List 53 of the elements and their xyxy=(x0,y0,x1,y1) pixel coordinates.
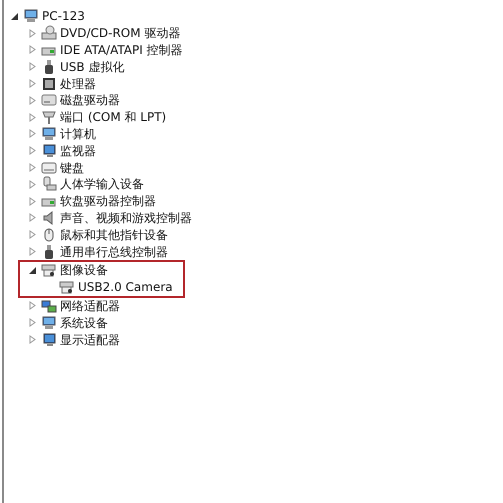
expand-arrow-icon[interactable] xyxy=(28,79,37,88)
camera-icon xyxy=(41,262,57,278)
collapse-arrow-icon[interactable] xyxy=(28,266,37,275)
computer-icon xyxy=(41,314,57,331)
expand-arrow-icon[interactable] xyxy=(28,163,37,172)
chip-icon xyxy=(41,76,57,92)
keyboard-icon xyxy=(41,160,57,176)
expand-arrow-icon[interactable] xyxy=(28,112,37,122)
tree-item[interactable]: 人体学输入设备 xyxy=(60,176,144,192)
expand-arrow-icon[interactable] xyxy=(28,180,37,189)
tree-item[interactable]: USB 虚拟化 xyxy=(60,58,124,75)
tree-item[interactable]: 端口 (COM 和 LPT) xyxy=(60,109,166,126)
expand-arrow-icon[interactable] xyxy=(28,230,37,240)
tree-item[interactable]: 网络适配器 xyxy=(60,298,120,314)
tree-item[interactable]: PC-123 xyxy=(42,8,85,24)
tree-item[interactable]: 键盘 xyxy=(60,160,84,176)
tree-item[interactable]: 系统设备 xyxy=(60,314,108,331)
network-icon xyxy=(41,298,57,314)
expand-arrow-icon[interactable] xyxy=(28,247,37,256)
expand-arrow-icon[interactable] xyxy=(28,146,37,156)
dvd-drive-icon xyxy=(41,25,57,42)
tree-item[interactable]: 监视器 xyxy=(60,142,96,159)
computer-icon xyxy=(23,8,39,24)
tree-item[interactable]: DVD/CD-ROM 驱动器 xyxy=(60,25,180,42)
expand-arrow-icon[interactable] xyxy=(28,301,37,310)
tree-item[interactable]: 通用串行总线控制器 xyxy=(60,244,168,260)
expand-arrow-icon[interactable] xyxy=(28,45,37,54)
disk-drive-icon xyxy=(41,92,57,108)
expand-arrow-icon[interactable] xyxy=(28,213,37,222)
expand-arrow-icon[interactable] xyxy=(28,335,37,344)
tree-item[interactable]: 计算机 xyxy=(60,126,96,142)
tree-item[interactable]: 磁盘驱动器 xyxy=(60,92,120,108)
tree-item[interactable]: IDE ATA/ATAPI 控制器 xyxy=(60,42,183,58)
monitor-icon xyxy=(41,332,57,348)
input-device-icon xyxy=(41,176,57,192)
tree-item[interactable]: 图像设备 xyxy=(60,262,108,278)
tree-item[interactable]: 软盘驱动器控制器 xyxy=(60,193,156,210)
collapse-arrow-icon[interactable] xyxy=(10,12,19,21)
tree-item[interactable]: USB2.0 Camera xyxy=(78,279,173,296)
expand-arrow-icon[interactable] xyxy=(28,28,37,38)
tree-item[interactable]: 鼠标和其他指针设备 xyxy=(60,226,168,243)
camera-icon xyxy=(59,279,75,296)
expand-arrow-icon[interactable] xyxy=(28,196,37,206)
expand-arrow-icon[interactable] xyxy=(28,318,37,328)
expand-arrow-icon[interactable] xyxy=(28,62,37,72)
expand-arrow-icon[interactable] xyxy=(28,96,37,105)
computer-icon xyxy=(41,126,57,142)
tree-item[interactable]: 声音、视频和游戏控制器 xyxy=(60,210,192,226)
tree-item[interactable]: 处理器 xyxy=(60,76,96,92)
tree-item[interactable]: 显示适配器 xyxy=(60,332,120,348)
monitor-icon xyxy=(41,142,57,159)
expand-arrow-icon[interactable] xyxy=(28,129,37,138)
port-icon xyxy=(41,109,57,126)
